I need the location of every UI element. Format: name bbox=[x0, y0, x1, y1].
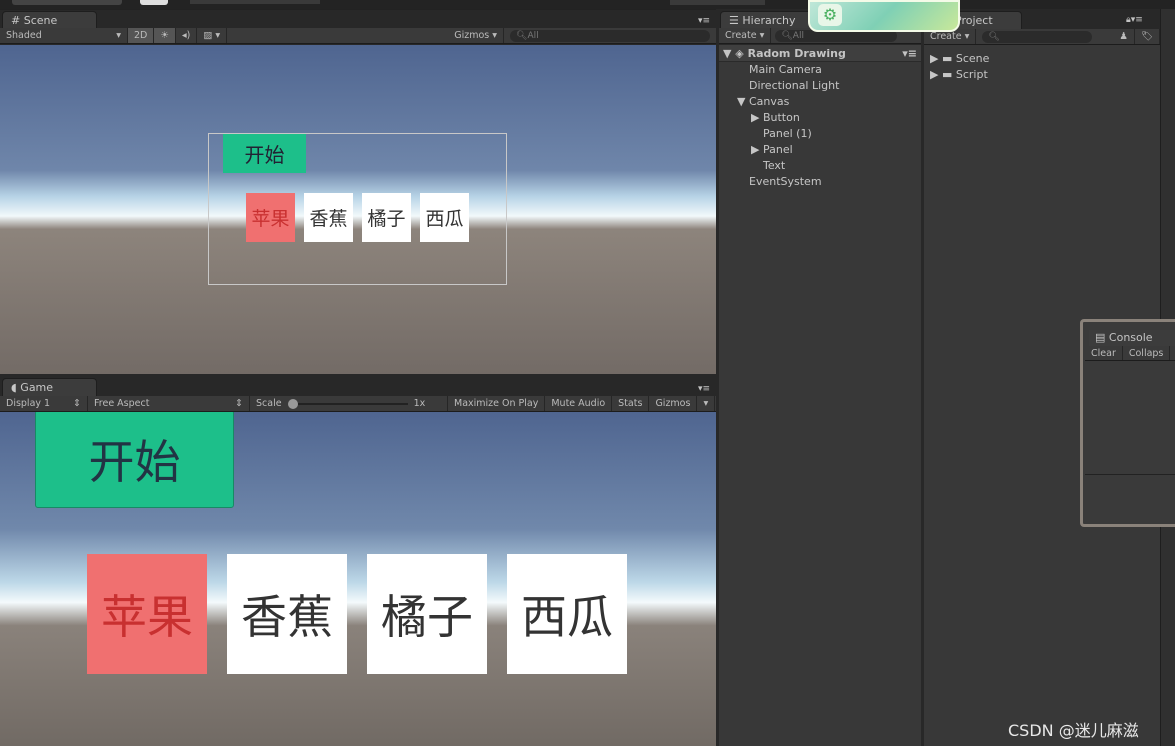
filter-type-icon[interactable]: ♟ bbox=[1113, 29, 1135, 44]
tab-scene[interactable]: # Scene bbox=[2, 11, 97, 29]
maximize-on-play-toggle[interactable]: Maximize On Play bbox=[448, 396, 546, 411]
pivot-toggle[interactable] bbox=[190, 0, 320, 4]
hierarchy-item[interactable]: Text bbox=[719, 158, 839, 174]
audio-toggle-icon[interactable]: ◂) bbox=[176, 28, 198, 43]
console-clear-button[interactable]: Clear bbox=[1085, 346, 1123, 360]
tab-game[interactable]: ◖ Game bbox=[2, 378, 97, 396]
scene-start-button[interactable]: 开始 bbox=[223, 134, 306, 173]
hierarchy-item[interactable]: Main Camera bbox=[719, 62, 839, 78]
game-view[interactable]: 开始 苹果 香蕉 橘子 西瓜 bbox=[0, 412, 716, 746]
list-icon: ☰ bbox=[729, 14, 739, 27]
display-dropdown[interactable]: Display 1 ⇕ bbox=[0, 396, 88, 411]
watermark: CSDN @迷儿麻滋 bbox=[1008, 721, 1139, 740]
project-folder-scene[interactable]: ▶ ▬ Scene bbox=[930, 51, 989, 67]
folder-icon: ▬ bbox=[941, 68, 953, 81]
game-fruit-watermelon[interactable]: 西瓜 bbox=[507, 554, 627, 674]
stats-toggle[interactable]: Stats bbox=[612, 396, 650, 411]
lock-icon[interactable]: 🔒︎▾≡ bbox=[1126, 15, 1143, 25]
console-window: ▤ Console Clear Collaps bbox=[1080, 319, 1175, 527]
game-toolbar: Display 1 ⇕ Free Aspect ⇕ Scale 1x Maximize… bbox=[0, 396, 716, 412]
scene-fruit-orange[interactable]: 橘子 bbox=[362, 193, 411, 242]
panel-menu-icon[interactable]: ▾≡ bbox=[698, 384, 710, 394]
hierarchy-item[interactable]: Panel (1) bbox=[719, 126, 839, 142]
transform-tools[interactable] bbox=[12, 0, 122, 5]
collapse-arrow-icon[interactable]: ▶ bbox=[930, 68, 938, 81]
floating-app-icon: ⚙ bbox=[808, 0, 960, 32]
project-folder-script[interactable]: ▶ ▬ Script bbox=[930, 67, 989, 83]
scene-search-input[interactable]: 🔍︎ All bbox=[510, 29, 710, 42]
project-search-input[interactable]: 🔍︎ bbox=[982, 30, 1093, 43]
scene-fruit-apple[interactable]: 苹果 bbox=[246, 193, 295, 242]
hierarchy-create-dropdown[interactable]: Create ▾ bbox=[719, 28, 772, 43]
scene-fruit-banana[interactable]: 香蕉 bbox=[304, 193, 353, 242]
game-fruit-orange[interactable]: 橘子 bbox=[367, 554, 487, 674]
unity-icon: ◈ bbox=[735, 47, 744, 60]
project-toolbar: Create ▾ 🔍︎ ♟ 🏷︎ bbox=[924, 29, 1160, 45]
gear-icon: ⚙ bbox=[818, 4, 842, 26]
shading-dropdown[interactable]: Shaded ▾ bbox=[0, 28, 128, 43]
scene-view[interactable]: 开始 苹果 香蕉 橘子 西瓜 bbox=[0, 45, 716, 374]
scene-toolbar: Shaded ▾ 2D ☀ ◂) ▨ ▾ Gizmos ▾ 🔍︎ All bbox=[0, 28, 716, 44]
scene-gizmos-dropdown[interactable]: Gizmos ▾ bbox=[448, 28, 504, 43]
collapse-arrow-icon[interactable]: ▶ bbox=[751, 143, 759, 156]
folder-icon: ▬ bbox=[941, 52, 953, 65]
hierarchy-item[interactable]: Directional Light bbox=[719, 78, 839, 94]
hierarchy-item[interactable]: EventSystem bbox=[719, 174, 839, 190]
game-gizmos-dropdown[interactable]: Gizmos bbox=[649, 396, 698, 411]
tab-hierarchy[interactable]: ☰ Hierarchy bbox=[720, 11, 820, 29]
console-tab[interactable]: ▤ Console bbox=[1089, 330, 1175, 346]
game-fruit-apple[interactable]: 苹果 bbox=[87, 554, 207, 674]
effects-dropdown-icon[interactable]: ▨ ▾ bbox=[197, 28, 228, 43]
console-icon: ▤ bbox=[1095, 331, 1106, 344]
scene-root-row[interactable]: ▼ ◈ Radom Drawing ▾≡ bbox=[719, 45, 921, 62]
hierarchy-item[interactable]: ▼ Canvas bbox=[719, 94, 839, 110]
console-collapse-button[interactable]: Collaps bbox=[1123, 346, 1171, 360]
grid-icon: # bbox=[11, 14, 21, 27]
console-divider bbox=[1085, 474, 1175, 475]
play-controls[interactable] bbox=[670, 0, 765, 5]
hierarchy-item[interactable]: ▶ Button bbox=[719, 110, 839, 126]
2d-toggle[interactable]: 2D bbox=[128, 28, 155, 43]
scale-slider[interactable]: Scale 1x bbox=[250, 396, 448, 411]
chevron-down-icon[interactable]: ▾ bbox=[697, 396, 716, 411]
pacman-icon: ◖ bbox=[11, 381, 17, 394]
tag-icon[interactable]: 🏷︎ bbox=[1135, 29, 1160, 44]
rect-tool[interactable] bbox=[140, 0, 168, 5]
game-fruit-banana[interactable]: 香蕉 bbox=[227, 554, 347, 674]
expand-arrow-icon[interactable]: ▼ bbox=[737, 95, 745, 108]
mute-audio-toggle[interactable]: Mute Audio bbox=[545, 396, 613, 411]
panel-menu-icon[interactable]: ▾≡ bbox=[698, 16, 710, 26]
aspect-dropdown[interactable]: Free Aspect ⇕ bbox=[88, 396, 250, 411]
main-toolbar bbox=[0, 0, 1175, 9]
scene-fruit-watermelon[interactable]: 西瓜 bbox=[420, 193, 469, 242]
collapse-arrow-icon[interactable]: ▶ bbox=[930, 52, 938, 65]
hierarchy-item[interactable]: ▶ Panel bbox=[719, 142, 839, 158]
collapse-arrow-icon[interactable]: ▶ bbox=[751, 111, 759, 124]
game-start-button[interactable]: 开始 bbox=[35, 412, 234, 508]
lighting-toggle-icon[interactable]: ☀ bbox=[154, 28, 176, 43]
